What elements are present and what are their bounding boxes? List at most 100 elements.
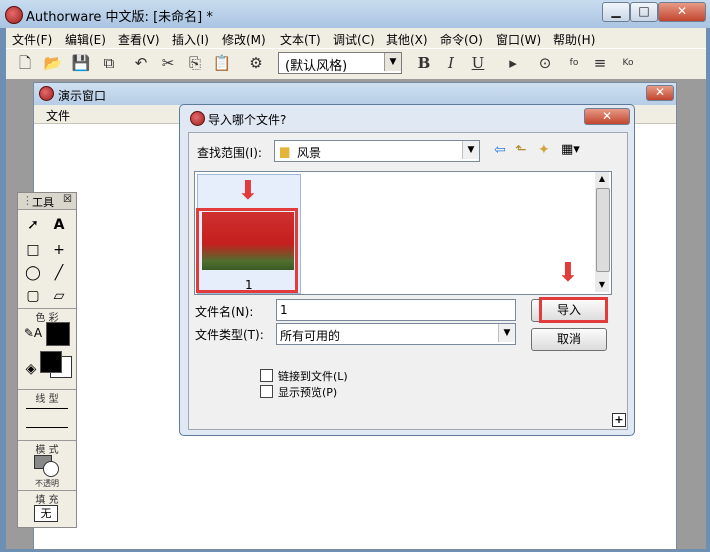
foreground-color-swatch[interactable] [40,351,62,373]
menu-file[interactable]: 文件(F) [12,31,52,48]
polygon-tool-icon[interactable]: ⏥ [48,285,70,307]
open-file-icon[interactable]: 📂 [42,52,64,74]
paste-icon[interactable]: 📋 [211,52,233,74]
pointer-tool-icon[interactable]: ➚ [22,214,44,236]
link-to-file-checkbox[interactable] [260,369,273,382]
up-folder-icon[interactable]: ⬑ [515,142,527,158]
undo-icon[interactable]: ↶ [130,52,152,74]
pen-color-icon[interactable]: ✎A [22,322,44,344]
filetype-value: 所有可用的 [280,329,341,343]
cancel-button[interactable]: 取消 [531,328,607,351]
menu-edit[interactable]: 编辑(E) [65,31,106,48]
filename-input[interactable]: 1 [276,299,516,321]
knowledge-objects-icon[interactable]: Ko [617,52,639,74]
view-menu-icon[interactable]: ▦▾ [561,142,580,157]
text-tool-icon[interactable]: A [48,214,70,236]
stroke-color-swatch[interactable] [46,322,70,346]
new-file-icon[interactable]: 🗋 [14,52,36,74]
tools-title: 工具 [32,196,54,209]
dialog-logo-icon [190,111,205,126]
show-preview-checkbox[interactable] [260,385,273,398]
line-tool-icon[interactable]: ╱ [48,262,70,284]
menu-help[interactable]: 帮助(H) [553,31,595,48]
find-icon[interactable]: ⚙ [245,52,267,74]
control-panel-icon[interactable]: ⊙ [534,52,556,74]
filetype-dropdown[interactable]: 所有可用的 ▼ [276,323,516,345]
cut-icon[interactable]: ✂ [157,52,179,74]
show-preview-label: 显示预览(P) [278,386,338,399]
ellipse-tool-icon[interactable]: ◯ [22,262,44,284]
presentation-close-button[interactable]: ✕ [646,85,674,101]
tools-close-icon[interactable]: ☒ [63,194,72,205]
crosshair-tool-icon[interactable]: + [48,239,70,261]
thumbnail-caption: 1 [245,278,253,292]
menu-other[interactable]: 其他(X) [386,31,428,48]
line-section-label: 线 型 [18,389,76,405]
lookin-label: 查找范围(I): [197,146,262,160]
dialog-title: 导入哪个文件? [208,113,287,127]
import-icon[interactable]: ⧉ [98,52,120,74]
chevron-down-icon[interactable]: ▼ [498,324,515,342]
scrollbar-thumb[interactable] [596,188,610,272]
rectangle-tool-icon[interactable]: □ [22,239,44,261]
watermark-brand: Baidu 经验 [548,494,671,519]
bold-icon[interactable]: B [413,52,435,74]
line-style-thin[interactable] [26,408,68,409]
rounded-rect-tool-icon[interactable]: ▢ [22,285,44,307]
copy-icon[interactable]: ⎘ [184,52,206,74]
maximize-button[interactable]: □ [630,2,658,22]
close-button[interactable]: ✕ [658,2,706,22]
filename-label: 文件名(N): [195,305,254,319]
menu-command[interactable]: 命令(O) [440,31,483,48]
app-title: Authorware 中文版: [未命名] * [26,10,213,25]
new-folder-icon[interactable]: ✦ [538,142,550,158]
watermark-url: jingyan.baidu.com [553,520,646,531]
fill-section-label: 填 充 [18,490,76,506]
minimize-button[interactable]: ▁ [602,2,630,22]
presentation-titlebar: 演示窗口 ✕ [34,83,676,105]
menu-window[interactable]: 窗口(W) [496,31,541,48]
expand-plus-button[interactable]: + [612,413,626,427]
annotation-arrow-down-icon: ⬇ [557,258,579,288]
fill-bucket-icon[interactable]: ◈ [20,358,42,380]
lookin-dropdown[interactable]: ▆ 风景 ▼ [274,140,480,162]
link-to-file-label: 链接到文件(L) [278,370,348,383]
menu-text[interactable]: 文本(T) [280,31,321,48]
underline-icon[interactable]: U [467,52,489,74]
restart-icon[interactable]: ▸ [502,52,524,74]
presentation-menu-file[interactable]: 文件 [46,107,70,124]
menu-debug[interactable]: 调试(C) [333,31,375,48]
app-titlebar: Authorware 中文版: [未命名] * ▁ □ ✕ [0,0,710,28]
menu-modify[interactable]: 修改(M) [222,31,266,48]
mode-section-label: 模 式 [18,440,76,456]
save-all-icon[interactable]: 💾 [70,52,92,74]
scroll-up-icon[interactable]: ▲ [595,172,609,186]
tools-palette: ⋮ 工具 ☒ ➚ A □ + ◯ ╱ ▢ ⏥ 色 彩 ✎A ◈ 线 型 模 式 … [17,192,77,528]
menu-insert[interactable]: 插入(I) [172,31,209,48]
vertical-scrollbar[interactable]: ▲ ▼ [595,172,610,292]
folder-icon: ▆ [280,144,290,158]
back-icon[interactable]: ⇦ [494,142,506,158]
chevron-down-icon[interactable]: ▼ [384,53,401,71]
menu-view[interactable]: 查看(V) [118,31,160,48]
presentation-logo-icon [39,86,54,101]
app-logo-icon [5,6,23,24]
text-style-dropdown[interactable]: (默认风格) ▼ [278,52,402,74]
annotation-arrow-down-icon: ⬇ [237,176,259,206]
fill-pattern-none[interactable]: 无 [34,505,58,522]
lookin-value: 风景 [297,146,322,160]
line-style-current[interactable] [26,427,68,428]
filetype-label: 文件类型(T): [195,328,264,342]
variables-icon[interactable]: ≡ [589,52,611,74]
dialog-close-button[interactable]: ✕ [584,108,630,125]
filename-value: 1 [280,303,288,317]
functions-icon[interactable]: fo [563,52,585,74]
chevron-down-icon[interactable]: ▼ [462,141,479,159]
italic-icon[interactable]: I [440,52,462,74]
tools-titlebar[interactable]: ⋮ 工具 ☒ [18,193,76,210]
mode-circle-icon [43,461,59,477]
presentation-title: 演示窗口 [58,89,107,103]
text-style-value: (默认风格) [285,59,348,74]
scroll-down-icon[interactable]: ▼ [595,278,609,292]
dialog-titlebar: 导入哪个文件? ✕ [180,105,634,131]
